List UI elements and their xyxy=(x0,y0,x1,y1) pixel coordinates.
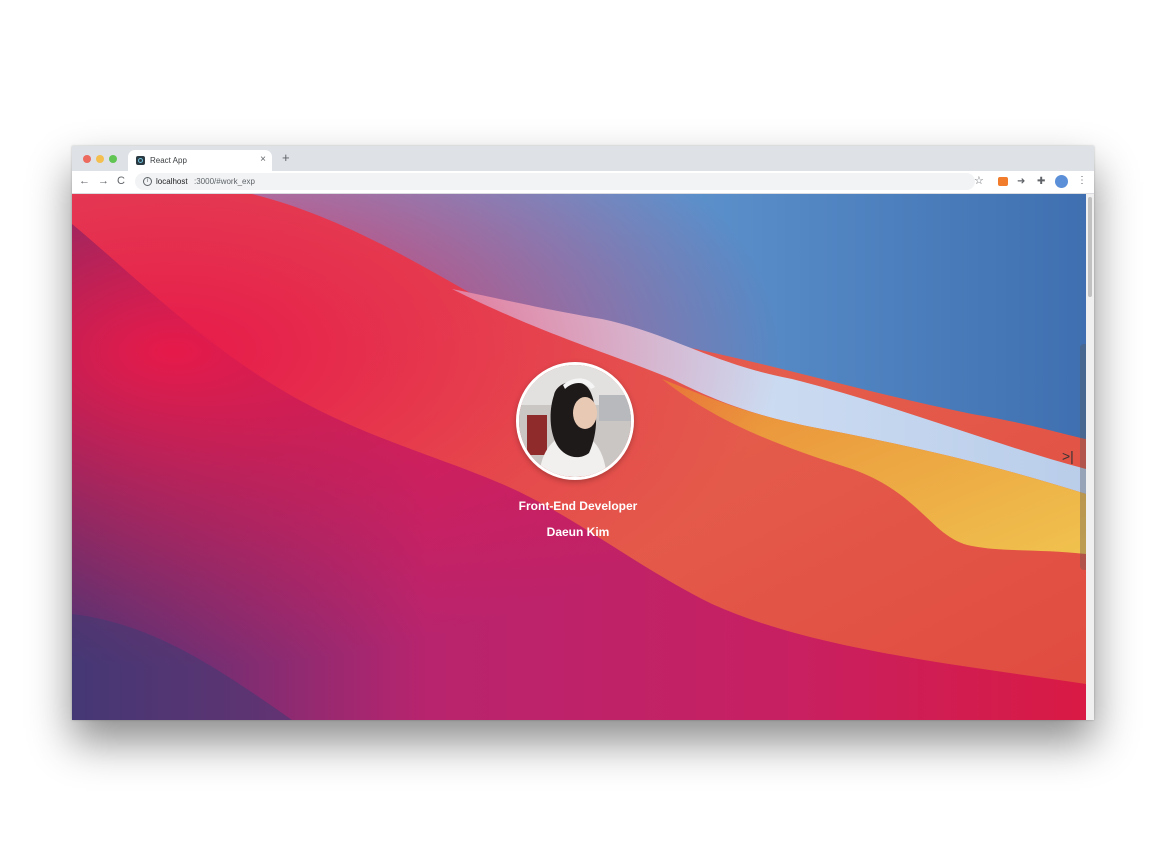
tab-title: React App xyxy=(150,156,187,165)
url-path: :3000/#work_exp xyxy=(194,177,255,186)
url-host: localhost xyxy=(156,177,188,186)
role-title: Front-End Developer xyxy=(518,499,638,513)
person-name: Daeun Kim xyxy=(546,525,610,539)
browser-menu-icon[interactable]: ⋮ xyxy=(1077,174,1087,188)
tab-bar: React App × + xyxy=(72,146,1094,171)
tab-react-app[interactable]: React App × xyxy=(128,150,272,171)
window-close-dot[interactable] xyxy=(83,155,91,163)
bookmark-star-icon[interactable]: ☆ xyxy=(974,175,984,188)
scrollbar-thumb[interactable] xyxy=(1088,197,1092,297)
profile-photo xyxy=(516,362,634,480)
extension-orange-icon[interactable] xyxy=(998,177,1008,186)
page-content: Front-End Developer Daeun Kim >| xyxy=(72,194,1086,720)
new-tab-button[interactable]: + xyxy=(282,151,290,165)
puzzle-icon[interactable]: ✚ xyxy=(1037,175,1045,188)
page-scrollbar[interactable] xyxy=(1086,194,1094,720)
window-minimize-dot[interactable] xyxy=(96,155,104,163)
extension-dash-icon[interactable]: ➜ xyxy=(1017,175,1025,188)
react-favicon-icon xyxy=(136,156,145,165)
profile-avatar[interactable] xyxy=(1055,175,1068,188)
browser-toolbar: ← → C i localhost :3000/#work_exp ☆ ➜ ✚ … xyxy=(72,171,1094,194)
address-bar[interactable]: i localhost :3000/#work_exp xyxy=(135,173,975,190)
site-info-icon[interactable]: i xyxy=(143,177,152,186)
side-panel-toggle-icon[interactable]: >| xyxy=(1062,448,1074,464)
profile-photo-illustration xyxy=(519,365,631,477)
back-button[interactable]: ← xyxy=(79,175,90,188)
reload-button[interactable]: C xyxy=(117,175,125,188)
browser-window: React App × + ← → C i localhost :3000/#w… xyxy=(72,146,1094,720)
forward-button[interactable]: → xyxy=(98,175,109,188)
tab-close-icon[interactable]: × xyxy=(260,154,266,165)
window-maximize-dot[interactable] xyxy=(109,155,117,163)
